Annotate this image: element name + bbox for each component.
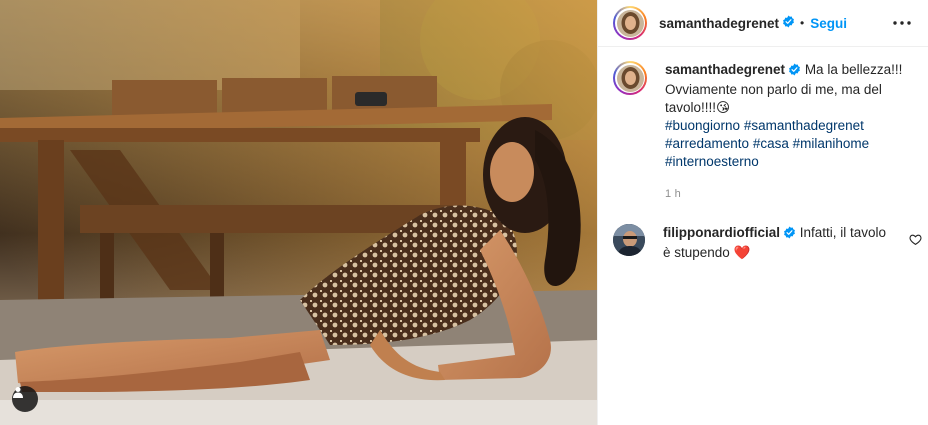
- post-caption: samanthadegrenet Ma la bellezza!!! Ovvia…: [613, 61, 923, 203]
- comment-item: filipponardiofficial Infatti, il tavolo …: [613, 224, 923, 262]
- caption-text-block: samanthadegrenet Ma la bellezza!!! Ovvia…: [665, 61, 915, 203]
- commenter-avatar-image: [613, 224, 645, 256]
- comment-text-block: filipponardiofficial Infatti, il tavolo …: [663, 224, 891, 262]
- heart-outline-icon: [909, 234, 922, 246]
- header-separator: •: [800, 16, 805, 30]
- hashtag-link[interactable]: #samanthadegrenet: [744, 118, 864, 133]
- follow-button[interactable]: Segui: [810, 16, 847, 31]
- tag-user-button[interactable]: [12, 386, 38, 412]
- author-avatar[interactable]: [613, 6, 647, 40]
- caption-hashtags: #buongiorno #samanthadegrenet #arredamen…: [665, 117, 915, 171]
- post-photo-illustration: [0, 0, 597, 425]
- post-details-panel: samanthadegrenet • Segui samanthadegrene…: [597, 0, 928, 425]
- post-header: samanthadegrenet • Segui: [598, 0, 928, 47]
- more-options-button[interactable]: [891, 12, 913, 34]
- post-image[interactable]: [0, 0, 597, 425]
- caption-avatar-image: [616, 64, 644, 92]
- post-timestamp[interactable]: 1 h: [665, 185, 915, 203]
- hashtag-link[interactable]: #milanihome: [793, 136, 870, 151]
- commenter-username[interactable]: filipponardiofficial: [663, 225, 780, 240]
- like-comment-button[interactable]: [909, 233, 923, 247]
- hashtag-link[interactable]: #internoesterno: [665, 154, 759, 169]
- author-username[interactable]: samanthadegrenet: [659, 16, 779, 31]
- caption-verified-badge-icon: [788, 63, 801, 81]
- commenter-verified-badge-icon: [783, 226, 796, 244]
- user-tag-icon: [13, 387, 23, 398]
- hashtag-link[interactable]: #buongiorno: [665, 118, 740, 133]
- author-avatar-image: [616, 9, 644, 37]
- commenter-avatar[interactable]: [613, 224, 645, 256]
- hashtag-link[interactable]: #casa: [753, 136, 789, 151]
- verified-badge-icon: [782, 15, 795, 31]
- heart-emoji: ❤️: [733, 245, 751, 260]
- caption-author-avatar[interactable]: [613, 61, 647, 95]
- caption-username[interactable]: samanthadegrenet: [665, 62, 785, 77]
- hashtag-link[interactable]: #arredamento: [665, 136, 749, 151]
- more-options-icon: [893, 21, 911, 25]
- kiss-emoji: 😘: [716, 100, 731, 115]
